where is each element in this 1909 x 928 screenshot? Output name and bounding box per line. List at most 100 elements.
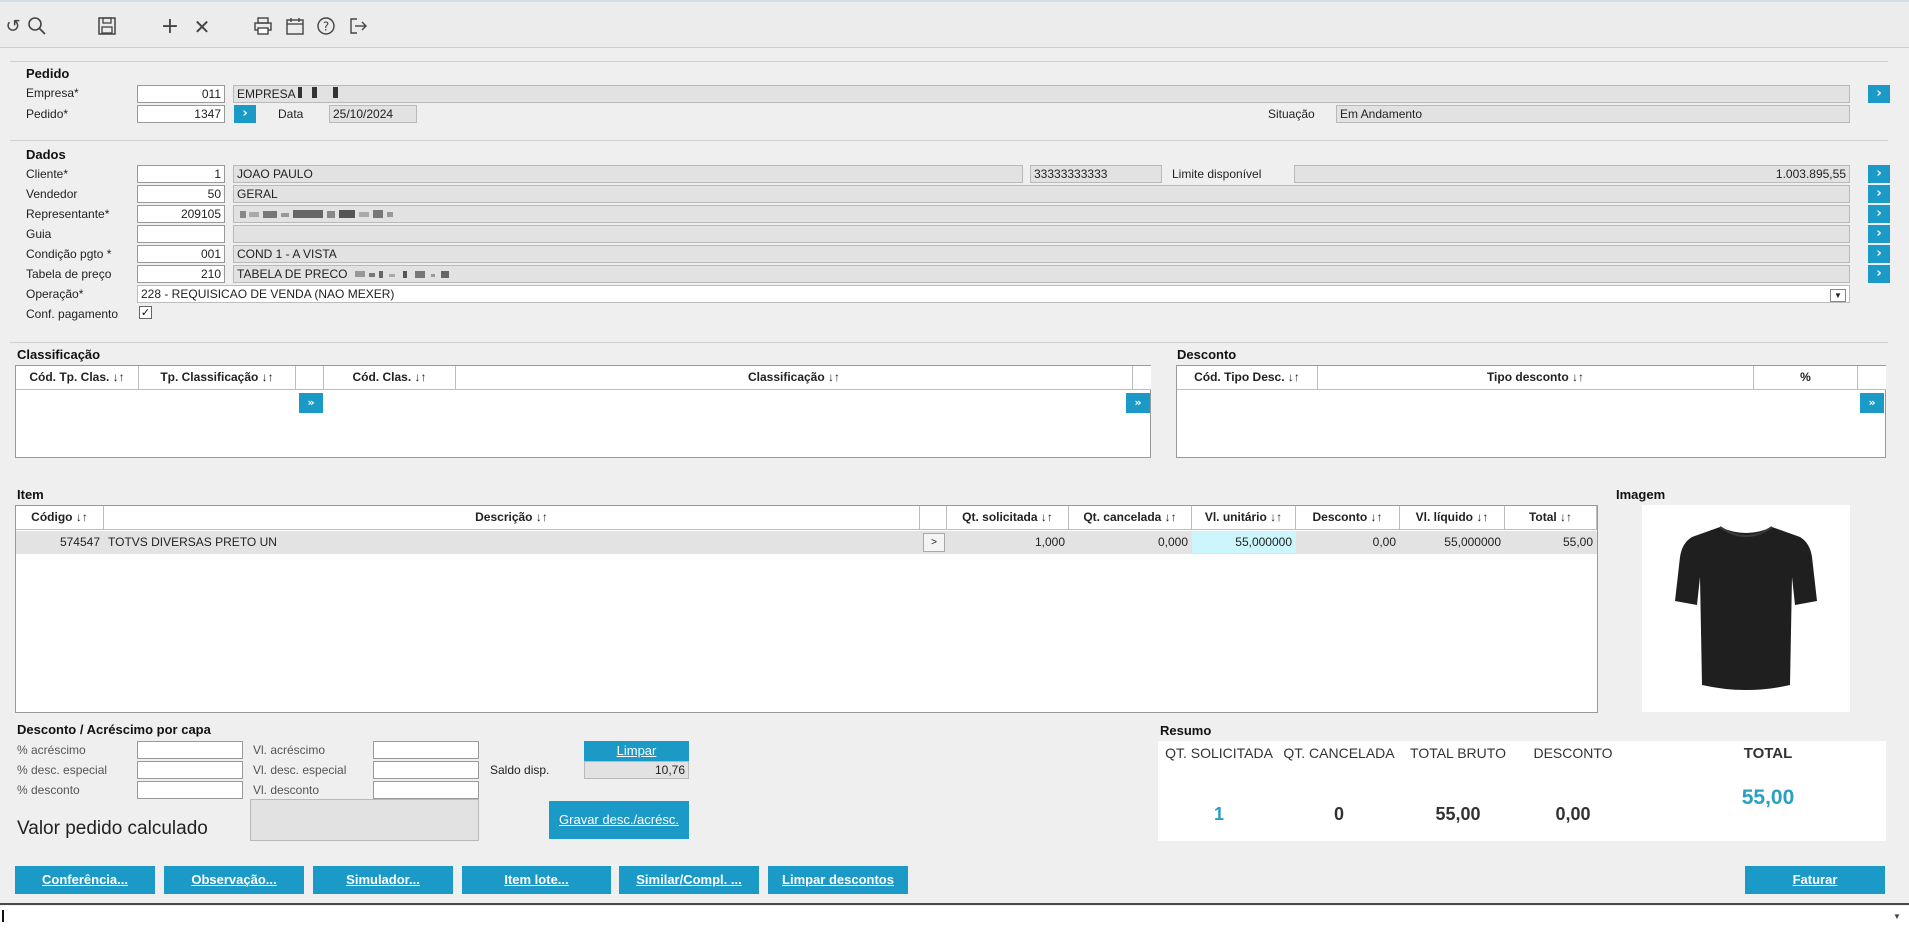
resumo-qt-solicitada-header: QT. SOLICITADA: [1165, 745, 1273, 761]
operacao-select[interactable]: 228 - REQUISICAO DE VENDA (NAO MEXER): [137, 285, 1850, 303]
column-header[interactable]: Qt. cancelada ↓↑: [1069, 506, 1192, 530]
undo-icon[interactable]: ↺: [2, 16, 24, 38]
text-cursor: [2, 910, 4, 922]
vl-desc-especial-input[interactable]: [373, 761, 479, 779]
print-icon[interactable]: [252, 16, 274, 38]
desconto-grid: Cód. Tipo Desc. ↓↑ Tipo desconto ↓↑ % »: [1176, 365, 1886, 458]
pct-desconto-input[interactable]: [137, 781, 243, 799]
tabela-lookup-button[interactable]: ›: [1868, 265, 1890, 283]
column-header[interactable]: Cód. Clas. ↓↑: [324, 366, 456, 390]
guia-lookup-button[interactable]: ›: [1868, 225, 1890, 243]
divider: [10, 61, 1888, 62]
condicao-name-field: COND 1 - A VISTA: [233, 245, 1850, 263]
section-title-dados: Dados: [26, 147, 66, 162]
vl-desconto-input[interactable]: [373, 781, 479, 799]
resumo-total-bruto-header: TOTAL BRUTO: [1410, 745, 1506, 761]
column-header[interactable]: Desconto ↓↑: [1296, 506, 1400, 530]
limpar-descontos-button[interactable]: Limpar descontos: [768, 866, 908, 894]
cliente-label: Cliente*: [26, 167, 69, 181]
representante-lookup-button[interactable]: ›: [1868, 205, 1890, 223]
pedido-number-input[interactable]: 1347: [137, 105, 225, 123]
pct-acrescimo-input[interactable]: [137, 741, 243, 759]
empresa-code-input[interactable]: 011: [137, 85, 225, 103]
limpar-button[interactable]: Limpar: [584, 741, 689, 761]
add-icon[interactable]: +: [159, 16, 181, 38]
pct-desconto-label: % desconto: [17, 783, 80, 797]
condicao-lookup-button[interactable]: ›: [1868, 245, 1890, 263]
operacao-label: Operação*: [26, 287, 84, 301]
resumo-total-bruto: 55,00: [1435, 804, 1481, 824]
guia-label: Guia: [26, 227, 52, 241]
vl-acrescimo-input[interactable]: [373, 741, 479, 759]
item-desconto: 0,00: [1372, 535, 1396, 549]
column-header[interactable]: Classificação ↓↑: [456, 366, 1133, 390]
column-header[interactable]: Tipo desconto ↓↑: [1318, 366, 1754, 390]
gravar-desc-acresc-button[interactable]: Gravar desc./acrésc.: [549, 801, 689, 839]
pct-desc-especial-input[interactable]: [137, 761, 243, 779]
exit-icon[interactable]: [347, 16, 369, 38]
section-title-classificacao: Classificação: [17, 347, 101, 362]
pct-desc-especial-label: % desc. especial: [17, 763, 108, 777]
classificacao-grid: Cód. Tp. Clas. ↓↑ Tp. Classificação ↓↑ C…: [15, 365, 1151, 458]
column-header[interactable]: Total ↓↑: [1505, 506, 1597, 530]
desconto-lookup-button[interactable]: »: [1860, 393, 1884, 413]
valor-calculado-label: Valor pedido calculado: [17, 818, 208, 839]
condicao-label: Condição pgto *: [26, 247, 112, 261]
column-header[interactable]: Descrição ↓↑: [104, 506, 920, 530]
empresa-lookup-button[interactable]: ›: [1868, 85, 1890, 103]
conf-pagamento-checkbox[interactable]: ✓: [139, 306, 152, 319]
faturar-button[interactable]: Faturar: [1745, 866, 1885, 894]
vendedor-lookup-button[interactable]: ›: [1868, 185, 1890, 203]
calendar-icon[interactable]: [284, 16, 306, 38]
guia-code-input[interactable]: [137, 225, 225, 243]
item-detail-button[interactable]: >: [923, 533, 945, 552]
condicao-code-input[interactable]: 001: [137, 245, 225, 263]
item-total: 55,00: [1562, 535, 1593, 549]
divider: [10, 342, 1888, 343]
column-header[interactable]: Tp. Classificação ↓↑: [139, 366, 296, 390]
cliente-code-input[interactable]: 1: [137, 165, 225, 183]
help-icon[interactable]: ?: [315, 16, 337, 38]
pedido-lookup-button[interactable]: ›: [234, 105, 256, 123]
tshirt-image: [1675, 526, 1817, 690]
similar-compl-button[interactable]: Similar/Compl. ...: [619, 866, 759, 894]
search-icon[interactable]: [26, 16, 48, 38]
toolbar: ↺ + ✕ ?: [0, 0, 1909, 48]
classificacao-lookup-button[interactable]: »: [1126, 393, 1150, 413]
vendedor-code-input[interactable]: 50: [137, 185, 225, 203]
tabela-code-input[interactable]: 210: [137, 265, 225, 283]
item-lote-button[interactable]: Item lote...: [462, 866, 611, 894]
column-header[interactable]: Cód. Tp. Clas. ↓↑: [16, 366, 139, 390]
chevron-down-icon[interactable]: ▼: [1890, 911, 1904, 923]
data-field: 25/10/2024: [329, 105, 417, 123]
cliente-lookup-button[interactable]: ›: [1868, 165, 1890, 183]
resumo-qt-cancelada-header: QT. CANCELADA: [1283, 745, 1395, 761]
column-header-blank: [296, 366, 324, 390]
item-vl-unitario[interactable]: 55,000000: [1192, 531, 1296, 553]
chevron-down-icon[interactable]: ▼: [1830, 289, 1846, 302]
empresa-name: EMPRESA: [237, 87, 296, 101]
section-title-item: Item: [17, 487, 44, 502]
empresa-name-field: EMPRESA: [233, 85, 1850, 103]
column-header[interactable]: %: [1754, 366, 1858, 390]
simulador-button[interactable]: Simulador...: [313, 866, 453, 894]
column-header[interactable]: Cód. Tipo Desc. ↓↑: [1177, 366, 1318, 390]
vl-desconto-label: Vl. desconto: [253, 783, 320, 797]
table-row[interactable]: 574547 TOTVS DIVERSAS PRETO UN > 1,000 0…: [16, 531, 1597, 554]
tabela-name: TABELA DE PRECO: [237, 267, 348, 281]
item-grid: Código ↓↑ Descrição ↓↑ Qt. solicitada ↓↑…: [15, 505, 1598, 713]
column-header[interactable]: Vl. unitário ↓↑: [1192, 506, 1296, 530]
conferencia-button[interactable]: Conferência...: [15, 866, 155, 894]
column-header-blank: [1858, 366, 1886, 390]
column-header[interactable]: Qt. solicitada ↓↑: [947, 506, 1069, 530]
redacted-mark: [311, 87, 317, 98]
resumo-desconto-header: DESCONTO: [1533, 745, 1613, 761]
section-title-desc-acresc: Desconto / Acréscimo por capa: [17, 722, 211, 737]
close-icon[interactable]: ✕: [191, 16, 213, 38]
representante-code-input[interactable]: 209105: [137, 205, 225, 223]
column-header[interactable]: Vl. líquido ↓↑: [1400, 506, 1505, 530]
column-header[interactable]: Código ↓↑: [16, 506, 104, 530]
classificacao-type-lookup-button[interactable]: »: [299, 393, 323, 413]
observacao-button[interactable]: Observação...: [164, 866, 304, 894]
save-icon[interactable]: [96, 16, 118, 38]
